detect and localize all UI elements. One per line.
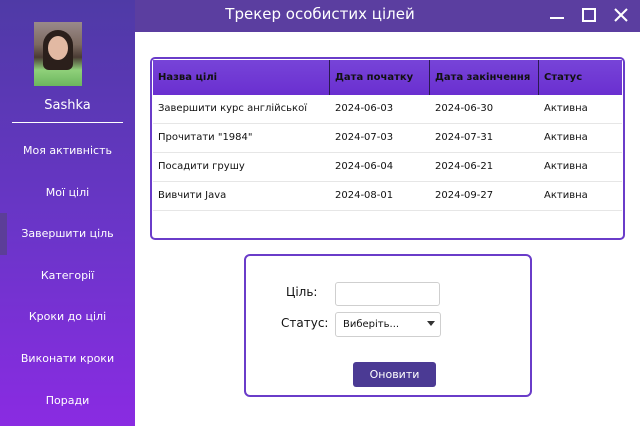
cell-end-date: 2024-06-30 [435,103,494,114]
goal-input[interactable] [335,282,440,306]
username: Sashka [44,98,91,113]
sidebar-item-goal-steps[interactable]: Кроки до цілі [0,296,135,338]
sidebar-item-categories[interactable]: Категорії [0,255,135,297]
cell-name: Прочитати "1984" [158,132,253,143]
cell-name: Посадити грушу [158,161,245,172]
update-goal-form: Ціль: Статус: Виберіть... Оновити [244,254,532,397]
status-label: Статус: [281,316,329,330]
sidebar-item-tips[interactable]: Поради [0,380,135,422]
table-row[interactable]: Вивчити Java 2024-08-01 2024-09-27 Актив… [153,182,622,211]
close-icon[interactable] [612,6,630,24]
minimize-icon[interactable] [548,6,566,24]
sidebar: Sashka Моя активність Мої цілі Завершити… [0,0,135,426]
cell-end-date: 2024-09-27 [435,190,494,201]
sidebar-item-complete-goal[interactable]: Завершити ціль [0,213,135,255]
goal-label: Ціль: [286,285,318,299]
avatar [34,22,82,86]
cell-status: Активна [544,161,588,172]
cell-start-date: 2024-06-04 [335,161,394,172]
sidebar-item-my-goals[interactable]: Мої цілі [0,172,135,214]
sidebar-nav: Моя активність Мої цілі Завершити ціль К… [0,130,135,421]
chevron-down-icon [427,321,435,326]
cell-end-date: 2024-07-31 [435,132,494,143]
table-body: Завершити курс англійської 2024-06-03 20… [153,95,622,211]
maximize-icon[interactable] [580,6,598,24]
cell-start-date: 2024-07-03 [335,132,394,143]
sidebar-divider [12,122,123,123]
cell-status: Активна [544,132,588,143]
goals-table[interactable]: Назва цілі Дата початку Дата закінчення … [150,57,625,240]
column-header-status[interactable]: Статус [539,60,623,95]
sidebar-item-my-activity[interactable]: Моя активність [0,130,135,172]
table-header: Назва цілі Дата початку Дата закінчення … [153,60,622,95]
sidebar-item-complete-steps[interactable]: Виконати кроки [0,338,135,380]
table-row[interactable]: Посадити грушу 2024-06-04 2024-06-21 Акт… [153,153,622,182]
column-header-end-date[interactable]: Дата закінчення [430,60,539,95]
update-button[interactable]: Оновити [353,362,436,387]
cell-end-date: 2024-06-21 [435,161,494,172]
table-row[interactable]: Прочитати "1984" 2024-07-03 2024-07-31 А… [153,124,622,153]
cell-start-date: 2024-06-03 [335,103,394,114]
column-header-name[interactable]: Назва цілі [153,60,330,95]
cell-name: Вивчити Java [158,190,227,201]
cell-status: Активна [544,190,588,201]
table-row[interactable]: Завершити курс англійської 2024-06-03 20… [153,95,622,124]
cell-start-date: 2024-08-01 [335,190,394,201]
status-select-value: Виберіть... [343,319,400,330]
cell-status: Активна [544,103,588,114]
status-select[interactable]: Виберіть... [335,312,441,337]
window-controls [548,6,630,24]
column-header-start-date[interactable]: Дата початку [330,60,430,95]
cell-name: Завершити курс англійської [158,103,307,114]
